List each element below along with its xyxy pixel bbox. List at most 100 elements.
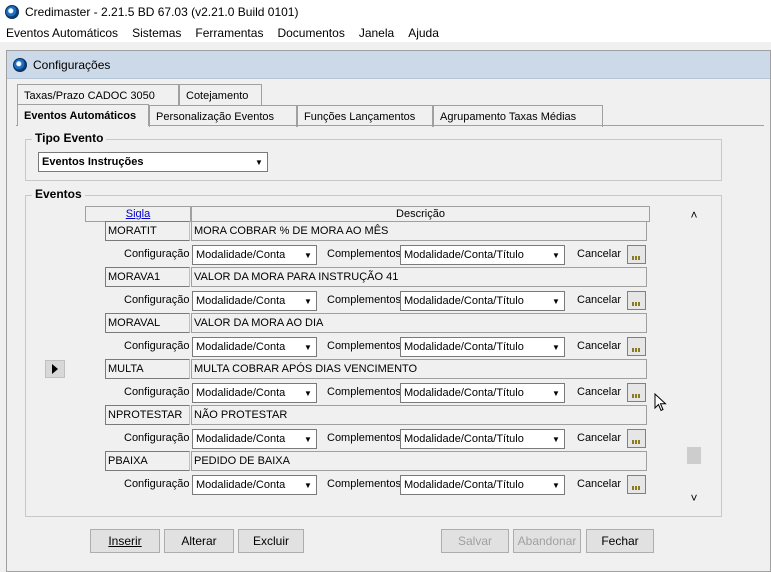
mouse-pointer-icon — [654, 393, 667, 412]
row-descricao[interactable]: VALOR DA MORA PARA INSTRUÇÃO 41 — [191, 267, 647, 287]
button-label: Alterar — [181, 534, 217, 548]
row-descricao[interactable]: PEDIDO DE BAIXA — [191, 451, 647, 471]
complementos-value: Modalidade/Conta/Título — [404, 433, 524, 445]
cancelar-lookup-button[interactable] — [627, 475, 646, 494]
complementos-select[interactable]: Modalidade/Conta/Título ▼ — [400, 245, 565, 265]
complementos-label: Complementos — [327, 340, 401, 352]
scrollbar-thumb[interactable] — [687, 447, 701, 464]
configuracao-select[interactable]: Modalidade/Conta ▼ — [192, 429, 317, 449]
menu-sistemas[interactable]: Sistemas — [125, 26, 188, 40]
row-sigla[interactable]: MORAVAL — [105, 313, 190, 333]
menu-bar: Eventos Automáticos Sistemas Ferramentas… — [0, 24, 771, 42]
app-logo-icon — [5, 5, 19, 19]
tab-label: Agrupamento Taxas Médias — [440, 110, 577, 123]
complementos-label: Complementos — [327, 478, 401, 490]
row-descricao[interactable]: MULTA COBRAR APÓS DIAS VENCIMENTO — [191, 359, 647, 379]
configuracao-value: Modalidade/Conta — [196, 341, 286, 353]
inserir-button[interactable]: Inserir — [90, 529, 160, 553]
complementos-select[interactable]: Modalidade/Conta/Título ▼ — [400, 429, 565, 449]
complementos-select[interactable]: Modalidade/Conta/Título ▼ — [400, 337, 565, 357]
button-label: Abandonar — [517, 534, 577, 548]
chevron-down-icon: ▼ — [552, 480, 560, 490]
tab-cotejamento[interactable]: Cotejamento — [179, 84, 262, 106]
app-title-bar: Credimaster - 2.21.5 BD 67.03 (v2.21.0 B… — [0, 0, 771, 24]
chevron-down-icon: ▼ — [552, 342, 560, 352]
complementos-select[interactable]: Modalidade/Conta/Título ▼ — [400, 383, 565, 403]
column-header-descricao[interactable]: Descrição — [191, 206, 650, 222]
tab-eventos-automaticos[interactable]: Eventos Automáticos — [17, 104, 149, 126]
button-label: Inserir — [108, 534, 142, 548]
tab-label: Personalização Eventos — [156, 110, 275, 123]
tab-taxas-prazo-cadoc[interactable]: Taxas/Prazo CADOC 3050 — [17, 84, 179, 106]
row-descricao[interactable]: NÃO PROTESTAR — [191, 405, 647, 425]
configuracao-select[interactable]: Modalidade/Conta ▼ — [192, 337, 317, 357]
configuracao-select[interactable]: Modalidade/Conta ▼ — [192, 383, 317, 403]
complementos-select[interactable]: Modalidade/Conta/Título ▼ — [400, 291, 565, 311]
row-descricao[interactable]: VALOR DA MORA AO DIA — [191, 313, 647, 333]
cancelar-label: Cancelar — [577, 340, 622, 352]
row-descricao[interactable]: MORA COBRAR % DE MORA AO MÊS — [191, 221, 647, 241]
tab-label: Cotejamento — [186, 89, 249, 102]
tab-personalizacao-eventos[interactable]: Personalização Eventos — [149, 105, 297, 127]
menu-janela[interactable]: Janela — [352, 26, 401, 40]
tipo-evento-label: Tipo Evento — [32, 131, 107, 145]
tab-label: Eventos Automáticos — [24, 109, 137, 122]
cancelar-label: Cancelar — [577, 294, 622, 306]
cancelar-lookup-button[interactable] — [627, 245, 646, 264]
dialog-title-bar: Configurações — [7, 51, 770, 79]
fechar-button[interactable]: Fechar — [586, 529, 654, 553]
ellipsis-icon — [632, 302, 641, 306]
excluir-button[interactable]: Excluir — [238, 529, 304, 553]
row-sigla[interactable]: MORATIT — [105, 221, 190, 241]
configuracao-select[interactable]: Modalidade/Conta ▼ — [192, 291, 317, 311]
menu-eventos-automaticos[interactable]: Eventos Automáticos — [0, 26, 125, 40]
cancelar-lookup-button[interactable] — [627, 429, 646, 448]
column-header-sigla[interactable]: Sigla — [85, 206, 191, 222]
chevron-down-icon: ▼ — [304, 296, 312, 306]
configuracao-label: Configuração — [124, 432, 190, 444]
tipo-evento-select[interactable]: Eventos Instruções ▼ — [38, 152, 268, 172]
menu-ferramentas[interactable]: Ferramentas — [188, 26, 270, 40]
row-sigla[interactable]: PBAIXA — [105, 451, 190, 471]
ellipsis-icon — [632, 348, 641, 352]
salvar-button[interactable]: Salvar — [441, 529, 509, 553]
tab-funcoes-lancamentos[interactable]: Funções Lançamentos — [297, 105, 433, 127]
chevron-down-icon: ▼ — [552, 434, 560, 444]
menu-documentos[interactable]: Documentos — [270, 26, 351, 40]
eventos-label: Eventos — [32, 187, 85, 201]
alterar-button[interactable]: Alterar — [164, 529, 234, 553]
configuracao-value: Modalidade/Conta — [196, 387, 286, 399]
configuracao-label: Configuração — [124, 386, 190, 398]
button-label: Excluir — [252, 534, 289, 548]
cancelar-lookup-button[interactable] — [627, 337, 646, 356]
scroll-up-button[interactable]: ˄ — [686, 207, 702, 223]
scroll-down-button[interactable]: ˅ — [686, 490, 702, 506]
tab-agrupamento-taxas-medias[interactable]: Agrupamento Taxas Médias — [433, 105, 603, 127]
configuracao-select[interactable]: Modalidade/Conta ▼ — [192, 475, 317, 495]
menu-ajuda[interactable]: Ajuda — [401, 26, 446, 40]
complementos-select[interactable]: Modalidade/Conta/Título ▼ — [400, 475, 565, 495]
chevron-up-icon: ˄ — [690, 208, 698, 222]
chevron-down-icon: ▼ — [304, 434, 312, 444]
tab-label: Taxas/Prazo CADOC 3050 — [24, 89, 155, 102]
cancelar-lookup-button[interactable] — [627, 291, 646, 310]
row-sigla[interactable]: NPROTESTAR — [105, 405, 190, 425]
configuracao-label: Configuração — [124, 340, 190, 352]
chevron-down-icon: ▼ — [304, 342, 312, 352]
button-label: Fechar — [601, 534, 639, 548]
configuracao-label: Configuração — [124, 294, 190, 306]
ellipsis-icon — [632, 440, 641, 444]
abandonar-button[interactable]: Abandonar — [513, 529, 581, 553]
button-label: Salvar — [457, 534, 492, 548]
complementos-label: Complementos — [327, 294, 401, 306]
cancelar-label: Cancelar — [577, 432, 622, 444]
chevron-down-icon: ˅ — [690, 491, 698, 505]
chevron-down-icon: ▼ — [552, 296, 560, 306]
complementos-value: Modalidade/Conta/Título — [404, 249, 524, 261]
chevron-down-icon: ▼ — [552, 388, 560, 398]
row-sigla[interactable]: MULTA — [105, 359, 190, 379]
configuracao-label: Configuração — [124, 478, 190, 490]
row-sigla[interactable]: MORAVA1 — [105, 267, 190, 287]
configuracao-select[interactable]: Modalidade/Conta ▼ — [192, 245, 317, 265]
cancelar-lookup-button[interactable] — [627, 383, 646, 402]
